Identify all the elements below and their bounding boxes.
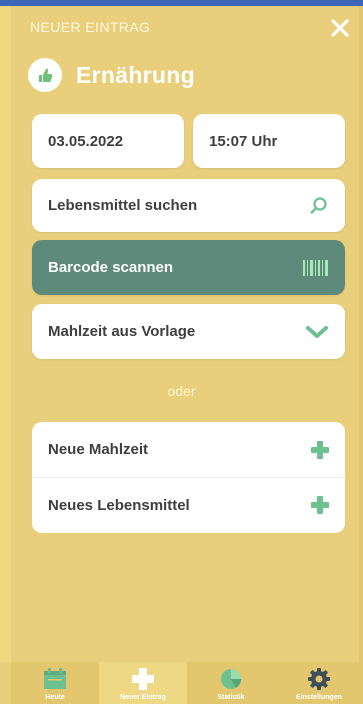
plus-icon	[311, 496, 329, 514]
pie-chart-icon	[221, 669, 242, 689]
plus-icon	[311, 440, 329, 459]
meal-template-select[interactable]: Mahlzeit aus Vorlage	[32, 304, 345, 359]
nav-item-heute[interactable]: Heute	[11, 662, 99, 704]
barcode-icon	[303, 259, 328, 276]
thumb-icon	[39, 68, 53, 82]
nav-item-neuer-eintrag[interactable]: Neuer Eintrag	[99, 662, 187, 704]
plus-icon	[132, 668, 154, 690]
nav-item-statistik[interactable]: Statistik	[187, 662, 275, 704]
calendar-icon	[44, 668, 66, 689]
meal-template-label: Mahlzeit aus Vorlage	[48, 323, 196, 340]
search-icon	[310, 196, 327, 214]
gear-icon	[308, 668, 330, 690]
nav-label-einstellungen: Einstellungen	[296, 694, 342, 701]
screen-eyebrow: NEUER EINTRAG	[30, 19, 151, 35]
nav-item-einstellungen[interactable]: Einstellungen	[275, 662, 363, 704]
barcode-scan-button[interactable]: Barcode scannen	[32, 240, 345, 295]
new-meal-label: Neue Mahlzeit	[48, 441, 149, 458]
or-divider: oder	[167, 383, 196, 399]
left-edge-panel	[0, 6, 11, 662]
page-title: Ernährung	[76, 61, 195, 88]
date-value: 03.05.2022	[48, 132, 124, 150]
nav-label-heute: Heute	[45, 694, 65, 701]
page-title-row: Ernährung	[28, 58, 195, 92]
time-value: 15:07 Uhr	[209, 132, 278, 150]
time-field[interactable]: 15:07 Uhr	[193, 114, 345, 168]
nav-label-statistik: Statistik	[217, 694, 245, 701]
date-field[interactable]: 03.05.2022	[32, 114, 184, 168]
barcode-scan-label: Barcode scannen	[48, 259, 174, 276]
new-food-button[interactable]: Neues Lebensmittel	[32, 477, 345, 532]
status-strip	[0, 0, 363, 6]
new-food-label: Neues Lebensmittel	[48, 496, 190, 514]
close-icon[interactable]	[330, 18, 350, 38]
bottom-navigation: Heute Neuer Eintrag Statistik Einstellun…	[11, 662, 363, 704]
food-thumb-icon	[28, 58, 62, 92]
chevron-down-icon	[306, 325, 328, 338]
nav-label-neuer-eintrag: Neuer Eintrag	[120, 694, 166, 701]
right-edge-panel	[359, 6, 363, 662]
create-options-card: Neue Mahlzeit Neues Lebensmittel	[32, 422, 345, 533]
new-meal-button[interactable]: Neue Mahlzeit	[32, 422, 345, 477]
food-search-button[interactable]: Lebensmittel suchen	[32, 179, 345, 232]
food-search-label: Lebensmittel suchen	[48, 197, 198, 214]
